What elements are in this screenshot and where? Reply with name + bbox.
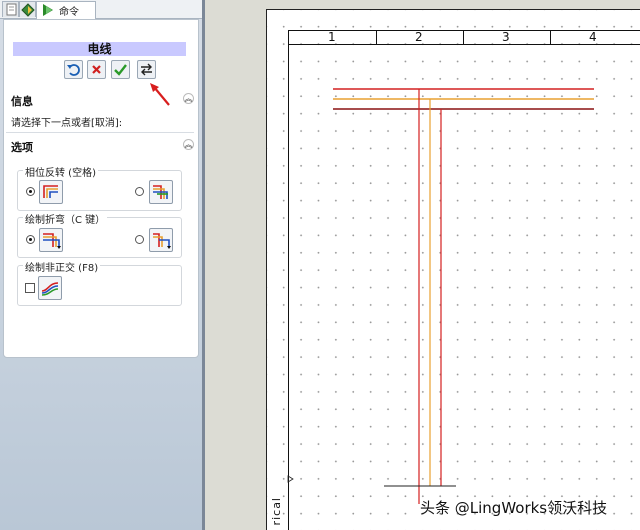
wire-drawing: [287, 88, 594, 504]
title-block-text: rical: [270, 497, 283, 526]
watermark: 头条 @LingWorks领沃科技: [420, 499, 608, 517]
sheet-marker: [287, 475, 294, 483]
app-window: 命令 电线 信息 ︽ 请选择下一点或者[取消]: 选项 ︽ 相位反转 (空格) …: [0, 0, 640, 530]
